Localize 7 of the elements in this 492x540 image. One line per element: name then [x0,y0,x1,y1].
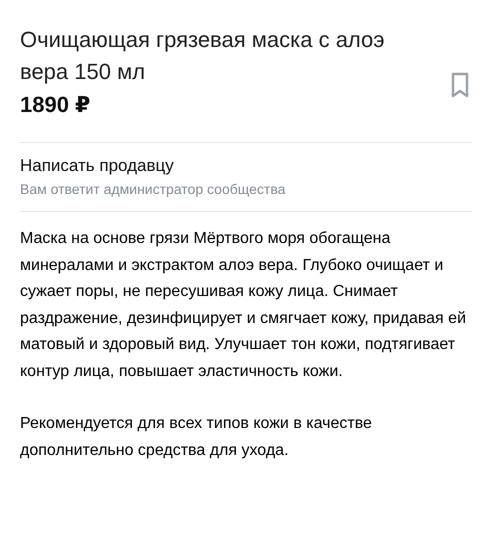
description-paragraph: Маска на основе грязи Мёртвого моря обогащена минералами и экстрактом алоэ вера. Глубоко очищает и сужает поры, не пересушивая кожу лица. Снимает раздражение, дезинфицирует и смягчает кожу, придавая ей матовый и здоровый вид. Улучшает тон кожи, подтягивает контур лица, повышает эластичность кожи. [20,229,467,382]
product-title: Очищающая грязевая маска с алоэ вера 150 мл [20,26,386,86]
contact-subtitle: Вам ответит администратор сообщества [20,180,286,199]
description-paragraph: Рекомендуется для всех типов кожи в качестве дополнительно средства для ухода. [20,414,373,460]
write-seller-link[interactable]: Написать продавцу [20,155,472,177]
product-price: 1890 ₽ [20,91,92,119]
bookmark-icon[interactable] [450,72,470,98]
